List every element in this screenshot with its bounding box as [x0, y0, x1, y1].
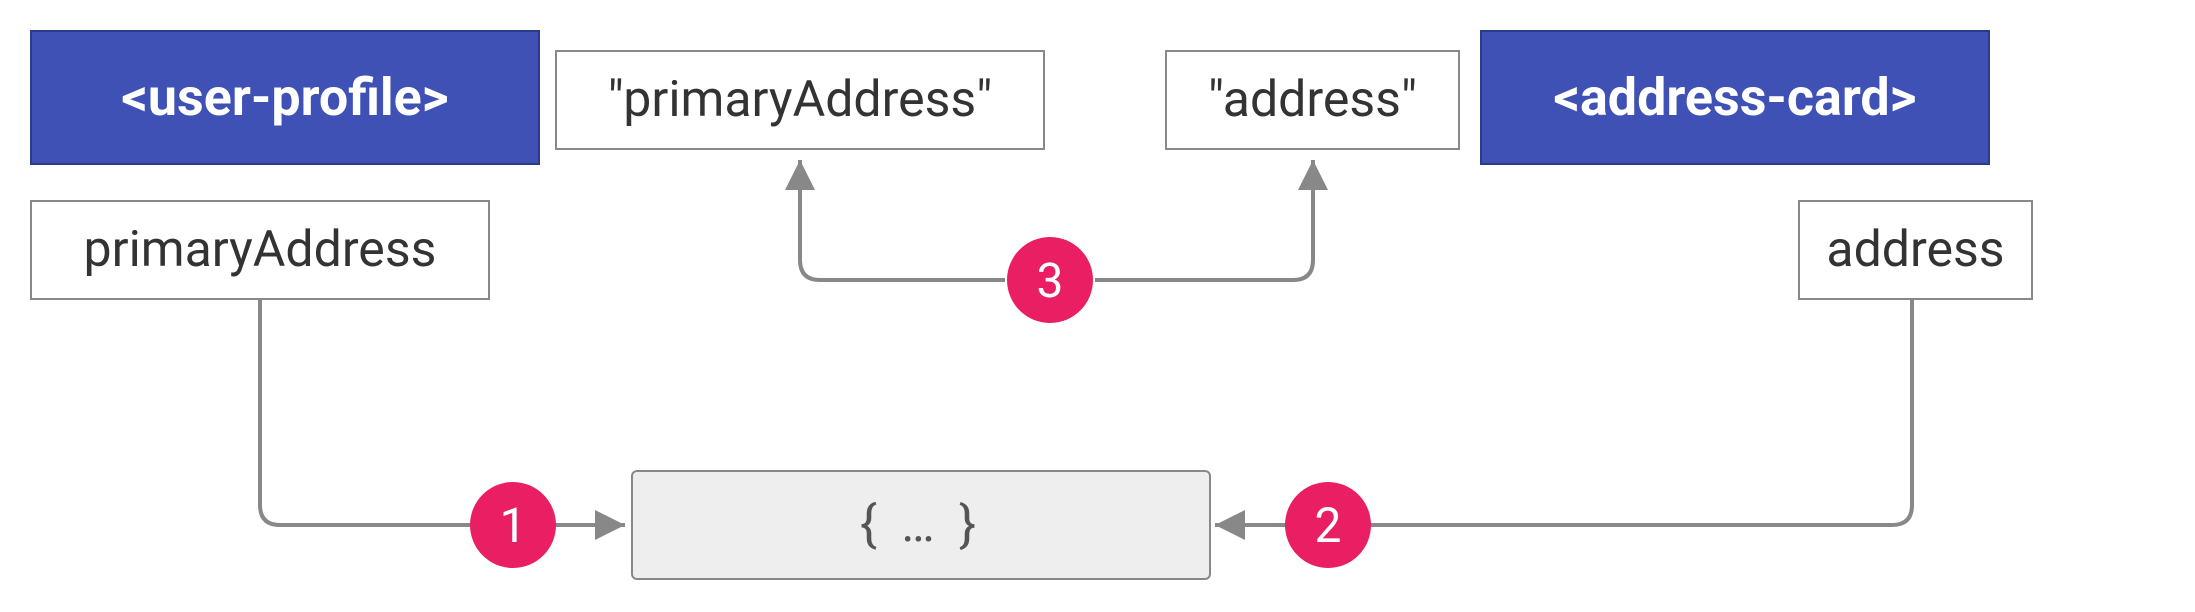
address-card-property-box: address	[1798, 200, 2033, 300]
diagram-stage: <user-profile> primaryAddress "primaryAd…	[0, 0, 2195, 612]
step-badge-3: 3	[1007, 237, 1093, 323]
primary-address-quoted-box: "primaryAddress"	[555, 50, 1045, 150]
step-badge-1: 1	[470, 482, 556, 568]
user-profile-property-box: primaryAddress	[30, 200, 490, 300]
address-card-element-box: <address-card>	[1480, 30, 1990, 165]
address-quoted-box: "address"	[1165, 50, 1460, 150]
step-badge-2: 2	[1285, 482, 1371, 568]
shared-object-box: { … }	[631, 470, 1211, 580]
user-profile-element-box: <user-profile>	[30, 30, 540, 165]
